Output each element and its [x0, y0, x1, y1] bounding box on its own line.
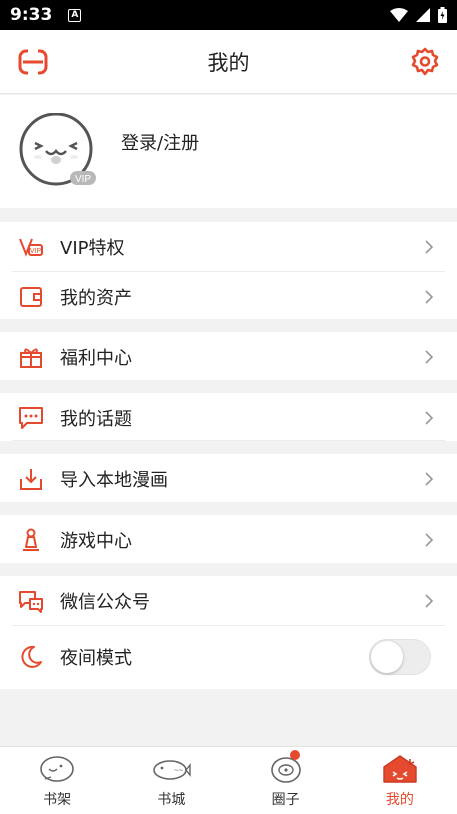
menu-group-welfare: 福利中心 — [0, 332, 457, 380]
bookstore-fish-icon: ~~ — [153, 760, 192, 780]
chevron-right-icon — [425, 240, 434, 254]
wechat-icon — [18, 589, 44, 613]
status-time: 9:33 — [10, 5, 53, 25]
menu-button[interactable] — [16, 46, 50, 78]
scan-menu-icon — [18, 49, 48, 75]
wallet-icon — [18, 285, 44, 309]
chevron-right-icon — [425, 350, 434, 364]
moon-icon — [18, 645, 44, 669]
page-title: 我的 — [207, 50, 250, 75]
tab-label: 书架 — [43, 792, 72, 808]
tab-label: 圈子 — [271, 792, 300, 808]
menu-item-vip[interactable]: VIP VIP特权 — [0, 222, 457, 272]
chess-pawn-icon — [18, 528, 44, 552]
tab-bookstore[interactable]: ~~ 书城 — [114, 747, 228, 814]
tab-label: 我的 — [385, 792, 414, 808]
menu-label-games: 游戏中心 — [60, 531, 132, 552]
menu-label-assets: 我的资产 — [60, 288, 132, 309]
toggle-knob — [371, 641, 403, 673]
divider — [12, 440, 445, 441]
menu-item-assets[interactable]: 我的资产 — [0, 272, 457, 322]
notification-app-icon: A — [68, 8, 82, 22]
svg-text:~~: ~~ — [174, 766, 184, 775]
menu-label-night-mode: 夜间模式 — [60, 648, 132, 669]
chevron-right-icon — [425, 594, 434, 608]
wifi-icon — [390, 8, 408, 22]
app-header: 我的 — [0, 30, 457, 94]
profile-section: VIP 登录/注册 — [0, 95, 457, 208]
status-icons — [390, 7, 447, 23]
cell-signal-icon — [416, 8, 430, 22]
chevron-right-icon — [425, 533, 434, 547]
chevron-right-icon — [425, 472, 434, 486]
menu-group-wechat: 微信公众号 夜间模式 — [0, 576, 457, 689]
menu-group-games: 游戏中心 — [0, 515, 457, 563]
night-mode-toggle[interactable] — [369, 639, 431, 675]
bottom-tab-bar: 书架 ~~ 书城 圈子 我的 — [0, 746, 457, 814]
avatar[interactable]: VIP — [18, 112, 96, 187]
tab-mine[interactable]: 我的 — [343, 747, 457, 814]
settings-button[interactable] — [409, 46, 441, 78]
menu-label-wechat: 微信公众号 — [60, 592, 150, 613]
circle-notification-badge — [290, 750, 300, 760]
vip-tag: VIP — [75, 174, 91, 185]
menu-label-import: 导入本地漫画 — [60, 470, 168, 491]
menu-item-night-mode: 夜间模式 — [0, 626, 457, 688]
menu-group-vip: VIP VIP特权 我的资产 — [0, 222, 457, 319]
menu-item-import[interactable]: 导入本地漫画 — [0, 454, 457, 502]
menu-group-import: 导入本地漫画 — [0, 454, 457, 502]
menu-item-wechat[interactable]: 微信公众号 — [0, 576, 457, 626]
menu-label-topics: 我的话题 — [60, 409, 132, 430]
menu-label-welfare: 福利中心 — [60, 348, 132, 369]
gift-icon — [18, 345, 44, 369]
chat-bubble-icon — [18, 406, 44, 430]
menu-item-welfare[interactable]: 福利中心 — [0, 332, 457, 380]
chevron-right-icon — [425, 290, 434, 304]
gear-icon — [411, 47, 439, 76]
login-register-link[interactable]: 登录/注册 — [121, 129, 199, 155]
tab-circle[interactable]: 圈子 — [229, 747, 343, 814]
menu-label-vip: VIP特权 — [60, 238, 125, 259]
menu-item-games[interactable]: 游戏中心 — [0, 515, 457, 563]
battery-icon — [438, 7, 447, 23]
menu-group-topics: 我的话题 — [0, 393, 457, 441]
bookshelf-mascot-icon — [40, 756, 74, 782]
vip-crown-icon: VIP — [18, 235, 44, 259]
status-bar: 9:33 A — [0, 0, 457, 30]
import-download-icon — [18, 467, 44, 491]
tab-label: 书城 — [157, 792, 186, 808]
chevron-right-icon — [425, 411, 434, 425]
vip-badge-icon: VIP — [70, 171, 96, 185]
mine-house-mascot-icon — [383, 755, 417, 783]
tab-bookshelf[interactable]: 书架 — [0, 747, 114, 814]
svg-text:VIP: VIP — [30, 248, 42, 255]
circle-community-icon — [270, 757, 301, 783]
menu-item-topics[interactable]: 我的话题 — [0, 393, 457, 441]
